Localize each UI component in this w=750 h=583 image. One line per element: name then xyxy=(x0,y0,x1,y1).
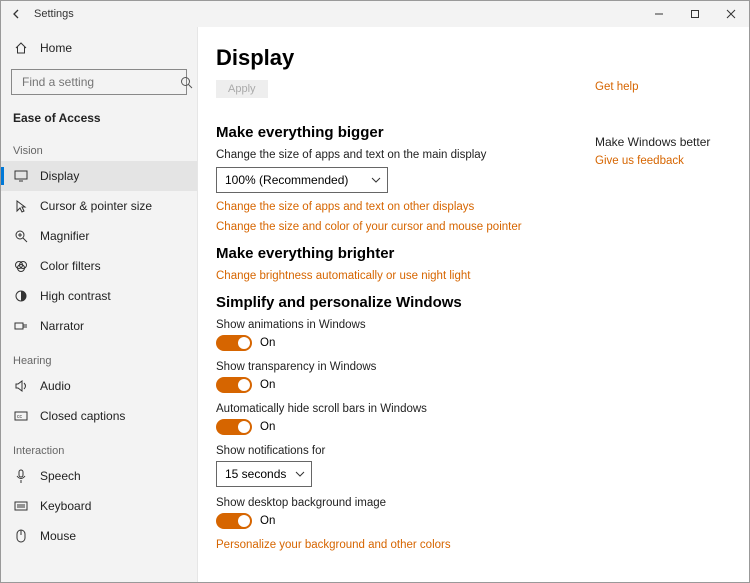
transparency-label: Show transparency in Windows xyxy=(216,361,585,373)
desktop-bg-state: On xyxy=(260,515,275,527)
desktop-bg-toggle[interactable] xyxy=(216,513,252,529)
sidebar-item-label: Speech xyxy=(40,469,81,483)
sidebar-item-keyboard[interactable]: Keyboard xyxy=(1,491,197,521)
notifications-label: Show notifications for xyxy=(216,445,585,457)
link-other-displays[interactable]: Change the size of apps and text on othe… xyxy=(216,201,585,213)
contrast-icon xyxy=(13,289,28,304)
sidebar-category: Ease of Access xyxy=(1,105,197,131)
scrollbars-state: On xyxy=(260,421,275,433)
animations-label: Show animations in Windows xyxy=(216,319,585,331)
dropdown-value: 15 seconds xyxy=(225,467,286,481)
close-button[interactable] xyxy=(713,1,749,27)
feedback-link[interactable]: Give us feedback xyxy=(595,155,725,167)
group-vision: Vision xyxy=(1,131,197,161)
cursor-icon xyxy=(13,199,28,214)
group-interaction: Interaction xyxy=(1,431,197,461)
magnifier-icon xyxy=(13,229,28,244)
sidebar-home-label: Home xyxy=(40,41,72,55)
animations-toggle[interactable] xyxy=(216,335,252,351)
sidebar-item-closed-captions[interactable]: cc Closed captions xyxy=(1,401,197,431)
sidebar-home[interactable]: Home xyxy=(1,33,197,63)
sidebar-item-label: High contrast xyxy=(40,289,111,303)
sidebar-item-magnifier[interactable]: Magnifier xyxy=(1,221,197,251)
sidebar-item-narrator[interactable]: Narrator xyxy=(1,311,197,341)
filter-icon xyxy=(13,259,28,274)
home-icon xyxy=(13,41,28,56)
sidebar-item-label: Magnifier xyxy=(40,229,89,243)
sidebar-item-label: Cursor & pointer size xyxy=(40,199,152,213)
desktop-bg-label: Show desktop background image xyxy=(216,497,585,509)
minimize-button[interactable] xyxy=(641,1,677,27)
sidebar-item-display[interactable]: Display xyxy=(1,161,197,191)
apply-button[interactable]: Apply xyxy=(216,80,268,98)
window-title: Settings xyxy=(34,8,74,20)
scrollbars-toggle[interactable] xyxy=(216,419,252,435)
mic-icon xyxy=(13,469,28,484)
sidebar-item-label: Mouse xyxy=(40,529,76,543)
sidebar-item-label: Keyboard xyxy=(40,499,91,513)
sidebar-item-label: Display xyxy=(40,169,79,183)
notifications-dropdown[interactable]: 15 seconds xyxy=(216,461,312,487)
transparency-state: On xyxy=(260,379,275,391)
search-icon xyxy=(179,75,194,90)
link-personalize-colors[interactable]: Personalize your background and other co… xyxy=(216,539,585,551)
transparency-toggle[interactable] xyxy=(216,377,252,393)
chevron-down-icon xyxy=(295,471,305,477)
search-box[interactable] xyxy=(11,69,187,95)
sidebar-item-label: Color filters xyxy=(40,259,101,273)
monitor-icon xyxy=(13,169,28,184)
page-title: Display xyxy=(216,45,585,71)
section-brighter: Make everything brighter xyxy=(216,245,585,262)
sidebar-item-cursor[interactable]: Cursor & pointer size xyxy=(1,191,197,221)
link-brightness[interactable]: Change brightness automatically or use n… xyxy=(216,270,585,282)
help-link[interactable]: Get help xyxy=(595,81,725,93)
mouse-icon xyxy=(13,529,28,544)
keyboard-icon xyxy=(13,499,28,514)
sidebar-item-mouse[interactable]: Mouse xyxy=(1,521,197,551)
bigger-desc: Change the size of apps and text on the … xyxy=(216,149,585,161)
sidebar-item-speech[interactable]: Speech xyxy=(1,461,197,491)
group-hearing: Hearing xyxy=(1,341,197,371)
maximize-button[interactable] xyxy=(677,1,713,27)
section-bigger: Make everything bigger xyxy=(216,124,585,141)
sidebar-item-audio[interactable]: Audio xyxy=(1,371,197,401)
sidebar-item-high-contrast[interactable]: High contrast xyxy=(1,281,197,311)
chevron-down-icon xyxy=(371,177,381,183)
text-size-dropdown[interactable]: 100% (Recommended) xyxy=(216,167,388,193)
better-heading: Make Windows better xyxy=(595,135,725,149)
sidebar-item-label: Audio xyxy=(40,379,71,393)
link-cursor-size[interactable]: Change the size and color of your cursor… xyxy=(216,221,585,233)
sidebar-item-label: Closed captions xyxy=(40,409,125,423)
narrator-icon xyxy=(13,319,28,334)
dropdown-value: 100% (Recommended) xyxy=(225,173,348,187)
back-icon[interactable] xyxy=(9,7,24,22)
animations-state: On xyxy=(260,337,275,349)
svg-text:cc: cc xyxy=(17,414,23,420)
section-simplify: Simplify and personalize Windows xyxy=(216,294,585,311)
sidebar-item-color-filters[interactable]: Color filters xyxy=(1,251,197,281)
audio-icon xyxy=(13,379,28,394)
sidebar-item-label: Narrator xyxy=(40,319,84,333)
sidebar: Home Ease of Access Vision Display Curso… xyxy=(1,27,198,582)
search-input[interactable] xyxy=(20,74,179,90)
cc-icon: cc xyxy=(13,409,28,424)
scrollbars-label: Automatically hide scroll bars in Window… xyxy=(216,403,585,415)
